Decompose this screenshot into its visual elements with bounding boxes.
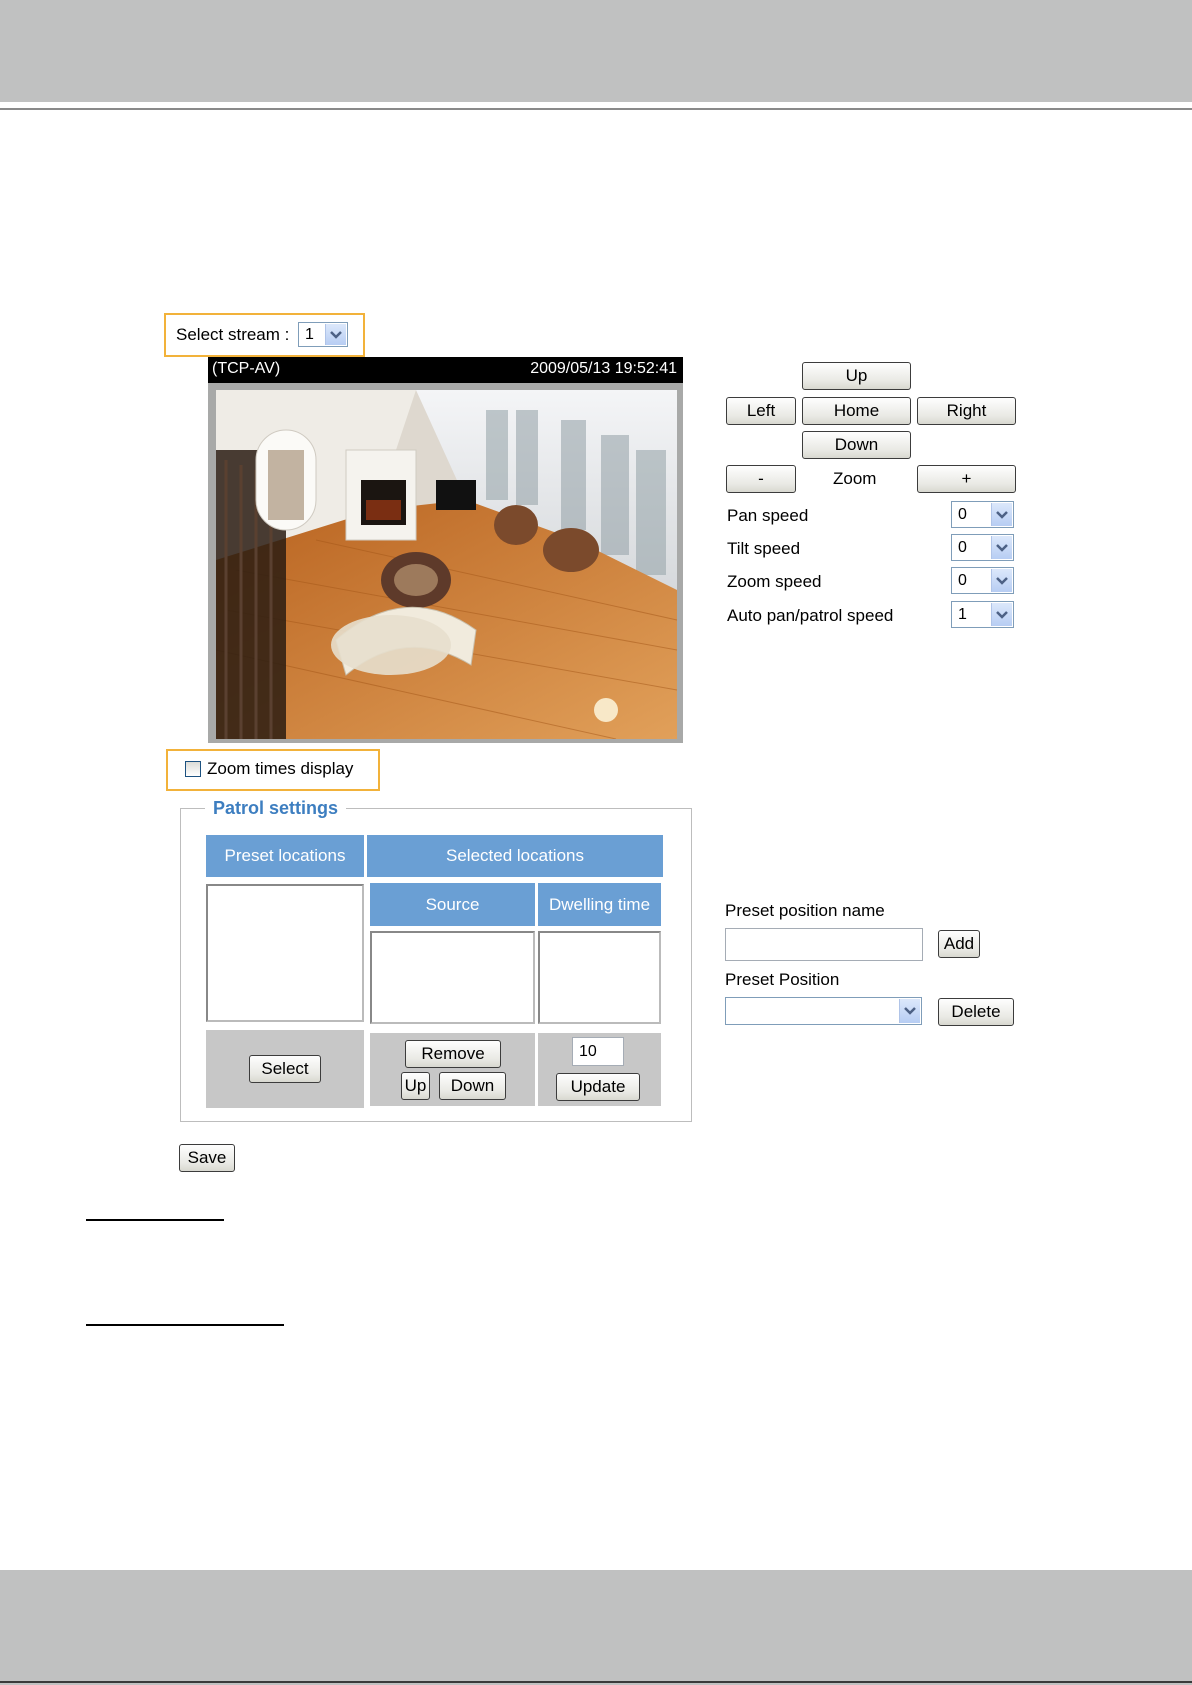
tilt-speed-value: 0 [958, 538, 967, 556]
zoom-speed-value: 0 [958, 571, 967, 589]
stream-select[interactable]: 1 [298, 322, 348, 347]
preset-position-select[interactable] [725, 997, 922, 1025]
video-timestamp: 2009/05/13 19:52:41 [530, 360, 677, 377]
dwelling-time-value: 10 [579, 1042, 597, 1060]
ptz-home-button[interactable]: Home [802, 397, 911, 425]
video-protocol: (TCP-AV) [212, 360, 281, 377]
chevron-down-icon [991, 603, 1012, 626]
selected-locations-header: Selected locations [367, 835, 663, 877]
move-down-button[interactable]: Down [439, 1072, 506, 1100]
stream-select-value: 1 [305, 325, 314, 343]
preset-locations-list[interactable] [206, 884, 364, 1022]
zoom-speed-select[interactable]: 0 [951, 567, 1014, 594]
header-rule [0, 108, 1192, 110]
auto-pan-speed-label: Auto pan/patrol speed [727, 606, 894, 625]
chevron-down-icon [991, 536, 1012, 559]
ptz-down-button[interactable]: Down [802, 431, 911, 459]
chevron-down-icon [899, 999, 920, 1023]
add-preset-button[interactable]: Add [938, 930, 980, 958]
zoom-display-label: Zoom times display [207, 759, 354, 778]
chevron-down-icon [991, 503, 1012, 526]
dwelling-time-input[interactable]: 10 [572, 1037, 624, 1066]
dwelling-time-header: Dwelling time [538, 883, 661, 926]
source-header: Source [370, 883, 535, 926]
footer-band [0, 1570, 1192, 1685]
video-caption-bar: (TCP-AV) 2009/05/13 19:52:41 [208, 357, 683, 383]
section-underline-1 [86, 1219, 224, 1221]
zoom-in-button[interactable]: + [917, 465, 1016, 493]
ptz-up-button[interactable]: Up [802, 362, 911, 390]
ptz-right-button[interactable]: Right [917, 397, 1016, 425]
zoom-display-checkbox[interactable] [185, 761, 201, 777]
preset-name-label: Preset position name [725, 901, 885, 920]
chevron-down-icon [991, 569, 1012, 592]
tilt-speed-select[interactable]: 0 [951, 534, 1014, 561]
select-stream-label: Select stream : [176, 325, 290, 344]
zoom-speed-label: Zoom speed [727, 572, 822, 591]
select-button[interactable]: Select [249, 1055, 321, 1083]
pan-speed-label: Pan speed [727, 506, 809, 525]
update-button[interactable]: Update [556, 1073, 640, 1101]
save-button[interactable]: Save [179, 1144, 235, 1172]
move-up-button[interactable]: Up [401, 1072, 430, 1100]
preset-position-label: Preset Position [725, 970, 840, 989]
pan-speed-select[interactable]: 0 [951, 501, 1014, 528]
delete-preset-button[interactable]: Delete [938, 998, 1014, 1026]
zoom-label: Zoom [833, 469, 877, 488]
patrol-settings-legend: Patrol settings [205, 798, 347, 819]
auto-pan-speed-value: 1 [958, 605, 967, 623]
pan-speed-value: 0 [958, 505, 967, 523]
zoom-out-button[interactable]: - [726, 465, 796, 493]
auto-pan-speed-select[interactable]: 1 [951, 601, 1014, 628]
header-band [0, 0, 1192, 102]
tilt-speed-label: Tilt speed [727, 539, 801, 558]
section-underline-2 [86, 1324, 284, 1326]
remove-button[interactable]: Remove [405, 1040, 501, 1068]
chevron-down-icon [325, 324, 346, 345]
footer-rule [0, 1681, 1192, 1683]
preset-locations-header: Preset locations [206, 835, 364, 877]
source-list[interactable] [370, 931, 535, 1024]
dwelling-time-list[interactable] [538, 931, 661, 1024]
ptz-left-button[interactable]: Left [726, 397, 796, 425]
live-video-view[interactable] [216, 390, 677, 739]
preset-name-input[interactable] [725, 928, 923, 961]
